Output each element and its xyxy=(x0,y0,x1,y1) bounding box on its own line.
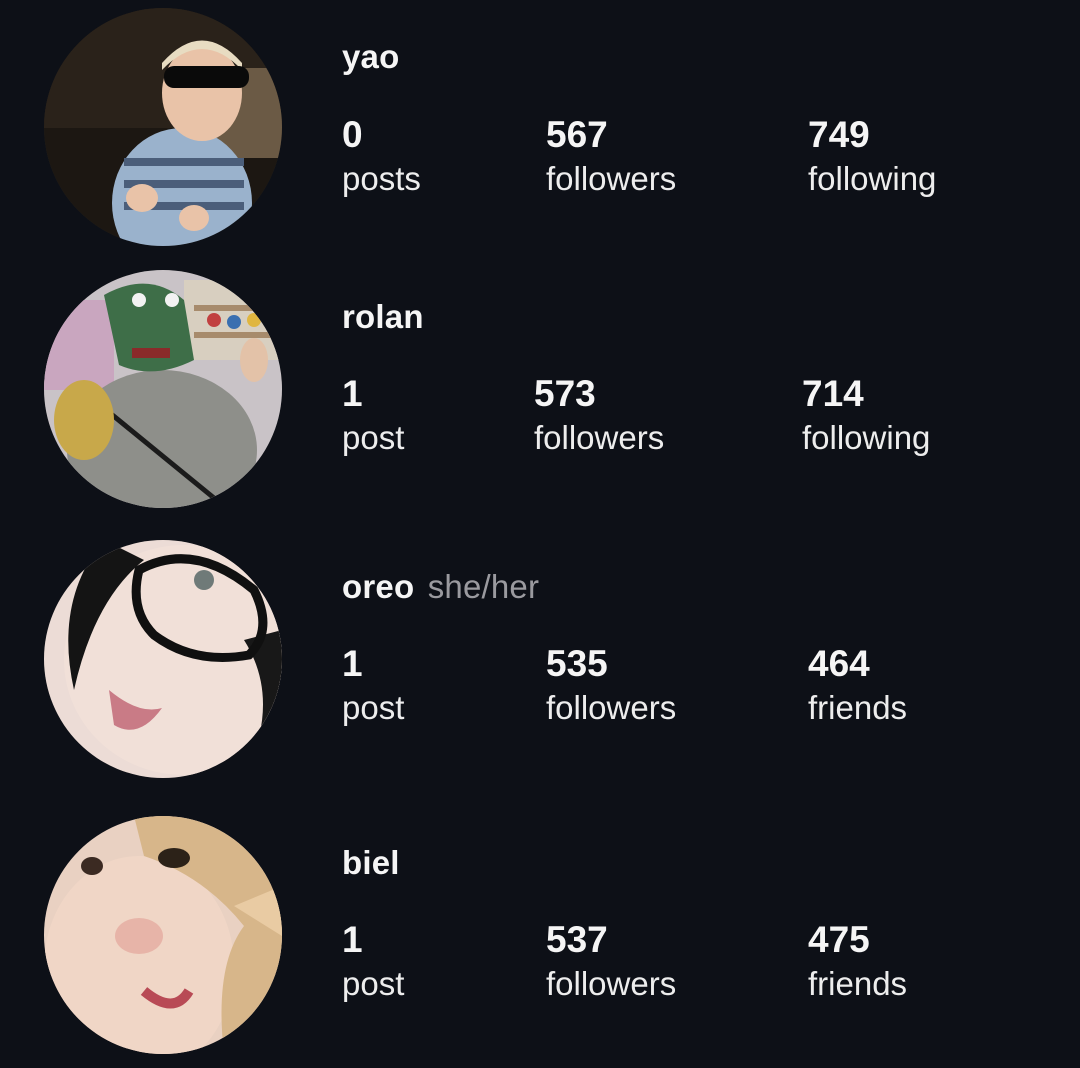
username[interactable]: biel xyxy=(342,844,400,881)
username-row: rolan xyxy=(342,298,428,336)
stat-label: following xyxy=(802,419,931,456)
stat-friends[interactable]: 464 friends xyxy=(808,642,907,730)
stat-posts[interactable]: 1 post xyxy=(342,918,404,1006)
username-row: oreo she/her xyxy=(342,568,539,606)
stat-label: followers xyxy=(546,689,677,726)
profile-card-biel: biel 1 post 537 followers 475 friends xyxy=(0,808,1080,1068)
username[interactable]: yao xyxy=(342,38,399,75)
stat-value: 567 xyxy=(546,114,608,155)
profile-card-yao: yao 0 posts 567 followers 749 following xyxy=(0,0,1080,260)
username[interactable]: rolan xyxy=(342,298,424,335)
stat-value: 464 xyxy=(808,643,870,684)
avatar-oreo[interactable] xyxy=(44,540,282,778)
avatar-photo-dinosaur-mask xyxy=(44,270,282,508)
stat-followers[interactable]: 535 followers xyxy=(546,642,676,730)
stat-value: 1 xyxy=(342,373,363,414)
stat-value: 749 xyxy=(808,114,870,155)
profile-card-oreo: oreo she/her 1 post 535 followers 464 fr… xyxy=(0,532,1080,792)
stat-label: followers xyxy=(546,965,677,1002)
avatar-photo-child-sunglasses xyxy=(44,8,282,246)
stat-posts[interactable]: 1 post xyxy=(342,372,404,460)
stat-value: 535 xyxy=(546,643,608,684)
stat-value: 1 xyxy=(342,919,363,960)
stat-label: followers xyxy=(546,160,677,197)
stat-value: 0 xyxy=(342,114,363,155)
username[interactable]: oreo xyxy=(342,568,414,605)
stat-label: following xyxy=(808,160,937,197)
stat-followers[interactable]: 537 followers xyxy=(546,918,676,1006)
stat-following[interactable]: 749 following xyxy=(808,113,936,201)
stat-label: followers xyxy=(534,419,665,456)
stat-followers[interactable]: 573 followers xyxy=(534,372,664,460)
username-row: biel xyxy=(342,844,404,882)
username-row: yao xyxy=(342,38,403,76)
pronouns: she/her xyxy=(427,568,540,605)
stat-value: 714 xyxy=(802,373,864,414)
stat-following[interactable]: 714 following xyxy=(802,372,930,460)
stat-value: 537 xyxy=(546,919,608,960)
stat-label: post xyxy=(342,419,405,456)
stat-value: 573 xyxy=(534,373,596,414)
stat-label: post xyxy=(342,689,405,726)
stat-value: 1 xyxy=(342,643,363,684)
stat-followers[interactable]: 567 followers xyxy=(546,113,676,201)
avatar-photo-face-with-cat xyxy=(44,816,282,1054)
stat-label: friends xyxy=(808,965,908,1002)
avatar-photo-face-glasses xyxy=(44,540,282,778)
stat-label: friends xyxy=(808,689,908,726)
stat-friends[interactable]: 475 friends xyxy=(808,918,907,1006)
stat-value: 475 xyxy=(808,919,870,960)
profile-card-rolan: rolan 1 post 573 followers 714 following xyxy=(0,262,1080,522)
avatar-rolan[interactable] xyxy=(44,270,282,508)
avatar-biel[interactable] xyxy=(44,816,282,1054)
avatar-yao[interactable] xyxy=(44,8,282,246)
stat-label: post xyxy=(342,965,405,1002)
stat-posts[interactable]: 0 posts xyxy=(342,113,421,201)
stat-label: posts xyxy=(342,160,421,197)
stat-posts[interactable]: 1 post xyxy=(342,642,404,730)
